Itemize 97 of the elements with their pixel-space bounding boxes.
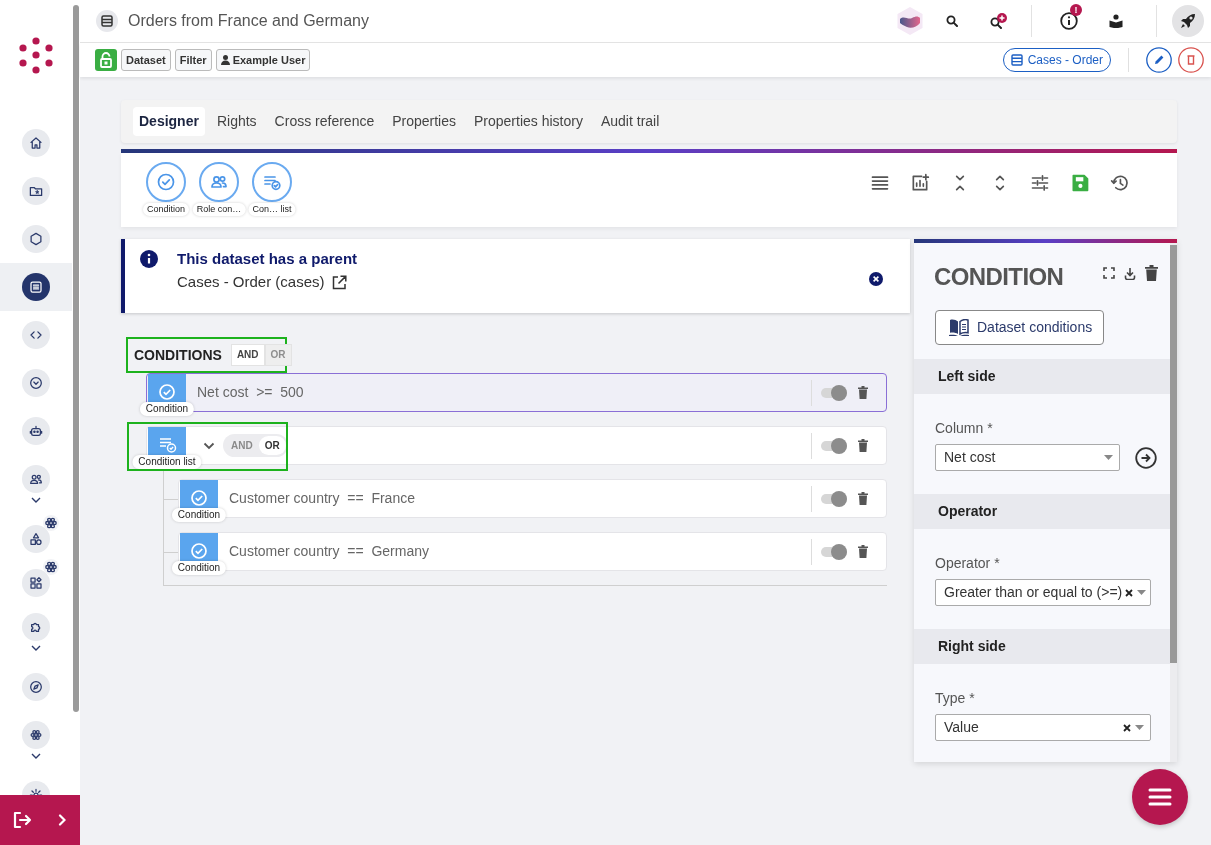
select-field[interactable]: Greater than or equal to (>=) (935, 579, 1151, 606)
list-check-icon[interactable] (252, 162, 292, 202)
code-icon[interactable] (22, 321, 50, 349)
parent-dataset-text: Cases - Order (cases) (177, 273, 325, 291)
people-icon[interactable] (22, 465, 50, 493)
palette-label: Con… list (248, 203, 296, 216)
node-type-label: Condition (139, 402, 195, 416)
palette-label: Condition (143, 203, 189, 216)
dots-logo-icon (18, 37, 54, 74)
external-link-icon[interactable] (331, 274, 347, 290)
section-header: Right side (914, 629, 1170, 664)
operator-toggle[interactable]: AND (230, 344, 265, 366)
tab[interactable]: Designer (133, 107, 205, 136)
trash-icon[interactable] (858, 545, 868, 558)
toggle-switch[interactable] (821, 543, 847, 560)
toggle-switch[interactable] (821, 437, 847, 454)
check-circle-icon[interactable] (146, 162, 186, 202)
section-header: Left side (914, 359, 1170, 394)
user-icon (220, 55, 230, 65)
node-type-label: Condition list (132, 455, 202, 469)
scrollbar-thumb[interactable] (73, 5, 79, 712)
arrow-right-circle-icon[interactable] (1135, 446, 1157, 469)
page-title: Orders from France and Germany (128, 11, 369, 31)
parent-dataset-link[interactable]: Cases - Order (1002, 48, 1111, 72)
context-tag[interactable]: Dataset (121, 49, 171, 71)
hexagon-logo-icon[interactable] (896, 6, 924, 36)
clear-icon[interactable] (1125, 588, 1134, 597)
shapes-icon[interactable] (22, 525, 50, 553)
menu-icon (1148, 787, 1172, 807)
search-icon[interactable] (946, 15, 958, 27)
node-type-label: Condition (171, 561, 227, 575)
tab[interactable]: Properties history (468, 107, 589, 136)
logout-icon[interactable] (12, 811, 32, 829)
puzzle-icon[interactable] (22, 613, 50, 641)
select-field[interactable]: Value (935, 714, 1151, 741)
history-icon[interactable] (1110, 173, 1130, 193)
info-icon (140, 250, 158, 268)
condition-text: Customer country == Germany (229, 542, 429, 561)
field-label: Column * (935, 420, 994, 437)
condition-text: Customer country == France (229, 489, 415, 508)
document-list-icon[interactable] (22, 273, 50, 301)
book-icon (947, 318, 971, 337)
home-icon[interactable] (22, 129, 50, 157)
caret-down-icon (1137, 590, 1147, 595)
notification-badge: ! (1070, 4, 1082, 16)
sliders-icon[interactable] (1030, 173, 1050, 193)
clear-icon[interactable] (1123, 723, 1131, 732)
list-lines-icon[interactable] (870, 173, 890, 193)
scrollbar-thumb[interactable] (1170, 245, 1177, 663)
trash-icon[interactable] (858, 386, 868, 399)
toggle-switch[interactable] (821, 490, 847, 507)
toggle-switch[interactable] (821, 384, 847, 401)
unlock-icon[interactable] (95, 49, 117, 71)
trash-icon[interactable] (858, 492, 868, 505)
tab[interactable]: Audit trail (594, 107, 666, 136)
tab[interactable]: Properties (386, 107, 462, 136)
section-header: Operator (914, 494, 1170, 529)
palette-label: Role con… (192, 203, 246, 216)
tab[interactable]: Cross reference (268, 107, 381, 136)
document-list-icon (96, 10, 118, 32)
sidebar-item[interactable] (0, 263, 72, 311)
tab[interactable]: Rights (210, 107, 263, 136)
save-icon[interactable] (1070, 173, 1090, 193)
search-add-icon[interactable] (990, 13, 1007, 29)
delete-icon[interactable] (1178, 47, 1204, 73)
alert-title: This dataset has a parent (177, 250, 359, 268)
panel-title: CONDITION (934, 262, 1064, 292)
trash-icon[interactable] (858, 439, 868, 452)
widgets-icon[interactable] (22, 569, 50, 597)
condition-text: Net cost >= 500 (197, 383, 304, 402)
dataset-conditions-button[interactable]: Dataset conditions (935, 310, 1105, 345)
compass-icon[interactable] (22, 673, 50, 701)
info-icon[interactable] (1060, 12, 1078, 30)
hexagon-cluster-icon[interactable] (22, 721, 50, 749)
document-list-icon (1010, 54, 1023, 66)
close-icon[interactable] (869, 272, 883, 286)
caret-down-icon (1104, 455, 1113, 460)
reader-icon[interactable] (1109, 14, 1123, 28)
fullscreen-icon[interactable] (1103, 267, 1115, 279)
trash-icon[interactable] (1145, 265, 1158, 281)
edit-icon[interactable] (1146, 47, 1172, 73)
operator-toggle[interactable]: OR (258, 436, 286, 455)
section-title: CONDITIONS (134, 345, 222, 365)
download-icon[interactable] (1124, 266, 1136, 280)
rocket-icon[interactable] (1172, 5, 1204, 37)
chart-add-icon[interactable] (910, 173, 930, 193)
robot-icon[interactable] (22, 417, 50, 445)
field-label: Operator * (935, 555, 1001, 572)
select-field[interactable]: Net cost (935, 444, 1120, 471)
context-tag[interactable]: Example User (215, 49, 311, 71)
menu-button[interactable] (1132, 769, 1188, 825)
field-label: Type * (935, 690, 976, 707)
chevron-right-icon[interactable] (58, 814, 66, 826)
chevron-circle-icon[interactable] (22, 369, 50, 397)
context-tag[interactable]: Filter (174, 49, 212, 71)
node-type-label: Condition (171, 508, 227, 522)
caret-down-icon (1135, 725, 1144, 730)
